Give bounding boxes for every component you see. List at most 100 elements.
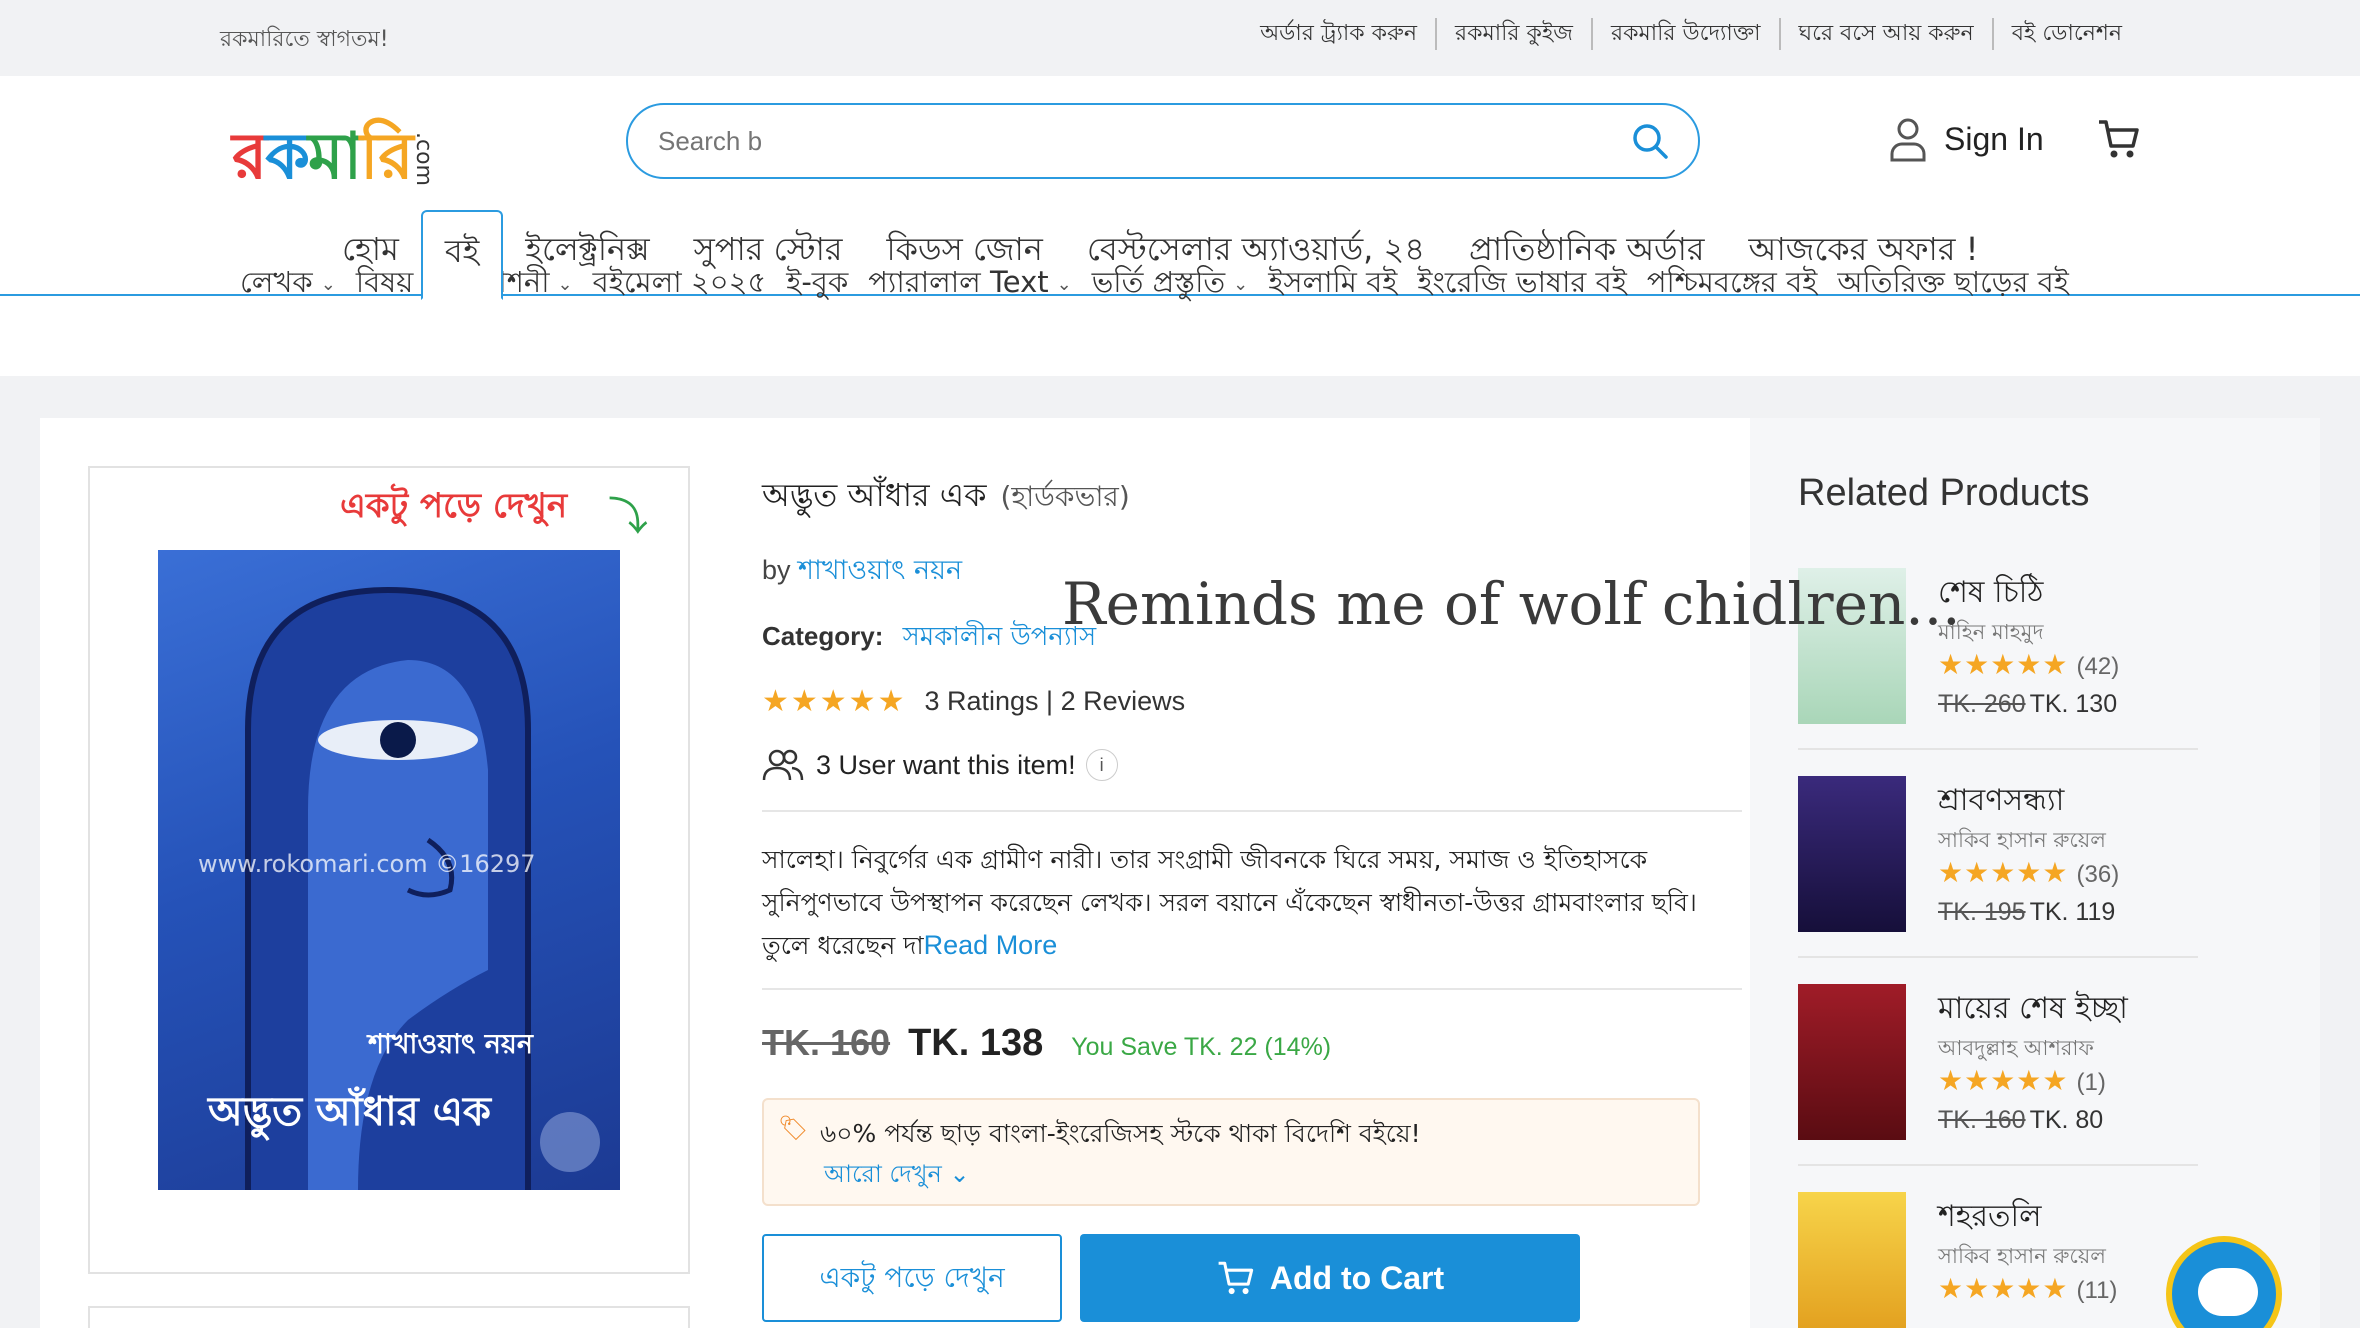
- ratings-text: 3 Ratings | 2 Reviews: [924, 686, 1186, 716]
- related-rating-count: (11): [2076, 1277, 2118, 1304]
- related-author: সাকিব হাসান রুয়েল: [1938, 1244, 2106, 1268]
- price-row: TK. 160 TK. 138 You Save TK. 22 (14%): [762, 1022, 1331, 1065]
- save-text: You Save TK. 22 (14%): [1071, 1033, 1332, 1061]
- header: রকমারি .com Sign In হোম বই ইলেক্ট্রনিক্স…: [0, 76, 2360, 376]
- subnav-subjects-label: বিষয়: [355, 265, 414, 299]
- product-info: অদ্ভুত আঁধার এক (হার্ডকভার) by শাখাওয়াৎ …: [762, 418, 1742, 1328]
- related-old-price: TK. 195: [1938, 898, 2026, 926]
- related-thumbnail[interactable]: [1798, 1192, 1906, 1328]
- search-bar[interactable]: [626, 103, 1700, 179]
- subnav-extra-discount[interactable]: অতিরিক্ত ছাড়ের বই: [1837, 260, 2069, 309]
- info-icon[interactable]: i: [1085, 749, 1118, 781]
- product-card: একটু পড়ে দেখুন ⤵ www.rokomari.com ©1629…: [40, 418, 1750, 1328]
- related-rating: ★★★★★ (42): [1938, 648, 2119, 681]
- related-thumbnail[interactable]: [1798, 776, 1906, 932]
- chevron-down-icon: ⌄: [557, 274, 573, 295]
- related-thumbnail[interactable]: [1798, 984, 1906, 1140]
- users-icon: [762, 749, 804, 781]
- related-new-price: TK. 130: [2029, 690, 2118, 718]
- sign-in-label: Sign In: [1944, 120, 2044, 157]
- book-preview[interactable]: একটু পড়ে দেখুন ⤵ www.rokomari.com ©1629…: [88, 466, 690, 1274]
- welcome-text: রকমারিতে স্বাগতম!: [220, 27, 389, 52]
- sign-in-button[interactable]: Sign In: [1888, 116, 2044, 162]
- related-item[interactable]: শ্রাবণসন্ধ্যা সাকিব হাসান রুয়েল ★★★★★ (3…: [1798, 776, 2198, 958]
- top-strip: রকমারিতে স্বাগতম! অর্ডার ট্র্যাক করুন রক…: [0, 0, 2360, 76]
- search-icon[interactable]: [1630, 121, 1670, 161]
- subnav-authors[interactable]: লেখক ⌄: [240, 260, 336, 309]
- add-to-cart-button[interactable]: Add to Cart: [1080, 1234, 1580, 1322]
- promo-text: ৬০% পর্যন্ত ছাড় বাংলা-ইংরেজিসহ স্টকে থা…: [820, 1119, 1421, 1148]
- subnav-west-bengal-books[interactable]: পশ্চিমবঙ্গের বই: [1647, 260, 1818, 309]
- category-label: Category:: [762, 621, 884, 651]
- related-rating-count: (42): [2076, 653, 2120, 680]
- subnav-authors-label: লেখক: [240, 265, 313, 299]
- cover-author: শাখাওয়াৎ নয়ন: [368, 1029, 533, 1060]
- related-price: TK. 160 TK. 80: [1938, 1106, 2103, 1135]
- related-stars: ★★★★★: [1938, 648, 2069, 681]
- product-description: সালেহা। নিবুর্গের এক গ্রামীণ নারী। তার স…: [762, 838, 1742, 967]
- promo-more-label: আরো দেখুন: [824, 1160, 942, 1188]
- sub-nav: লেখক⌄ বিষয়⌄ প্রকাশনী⌄ বইমেলা ২০২৫ ই-বুক…: [240, 260, 2089, 309]
- rating-row[interactable]: ★★★★★ 3 Ratings | 2 Reviews: [762, 684, 1185, 719]
- related-price: TK. 260 TK. 130: [1938, 690, 2117, 719]
- search-input[interactable]: [658, 121, 1618, 161]
- promo-banner: 🏷 ৬০% পর্যন্ত ছাড় বাংলা-ইংরেজিসহ স্টকে …: [762, 1098, 1700, 1206]
- read-more-link[interactable]: Read More: [924, 930, 1058, 960]
- top-link-track-order[interactable]: অর্ডার ট্র্যাক করুন: [1242, 18, 1435, 50]
- related-rating-count: (36): [2076, 861, 2120, 888]
- related-author: সাকিব হাসান রুয়েল: [1938, 828, 2106, 852]
- promo-more-link[interactable]: আরো দেখুন ⌄: [824, 1156, 970, 1196]
- subnav-islamic-books[interactable]: ইসলামি বই: [1268, 260, 1397, 309]
- related-heading: Related Products: [1798, 472, 2090, 514]
- logo-suffix: .com: [411, 132, 436, 186]
- top-link-earn-from-home[interactable]: ঘরে বসে আয় করুন: [1778, 18, 1992, 50]
- chevron-down-icon: ⌄: [1056, 274, 1072, 295]
- related-name[interactable]: শহরতলি: [1938, 1192, 2041, 1243]
- cover-watermark: www.rokomari.com ©16297: [198, 850, 536, 878]
- related-products: Related Products শেষ চিঠি মাহিন মাহমুদ ★…: [1750, 418, 2320, 1328]
- category-row: Category: সমকালীন উপন্যাস: [762, 616, 1096, 660]
- related-stars: ★★★★★: [1938, 1064, 2069, 1097]
- author-link[interactable]: শাখাওয়াৎ নয়ন: [798, 555, 962, 586]
- product-title: অদ্ভুত আঁধার এক: [762, 476, 987, 514]
- related-rating-count: (1): [2076, 1069, 2106, 1096]
- divider: [762, 810, 1742, 812]
- product-binding: (হার্ডকভার): [1000, 480, 1130, 513]
- subnav-parallel-text[interactable]: প্যারালাল Text ⌄: [868, 260, 1071, 309]
- subnav-book-fair[interactable]: বইমেলা ২০২৫: [593, 260, 767, 309]
- author-row: by শাখাওয়াৎ নয়ন: [762, 550, 962, 595]
- top-link-entrepreneur[interactable]: রকমারি উদ্যোক্তা: [1591, 18, 1779, 50]
- overlay-comment: Reminds me of wolf chidlren...: [1062, 570, 1961, 638]
- related-item[interactable]: শহরতলি সাকিব হাসান রুয়েল ★★★★★ (11): [1798, 1192, 2198, 1328]
- related-item[interactable]: মায়ের শেষ ইচ্ছা আবদুল্লাহ আশরাফ ★★★★★ (1…: [1798, 984, 2198, 1166]
- chevron-down-icon: ⌄: [1233, 274, 1249, 295]
- logo-text: রকমারি: [232, 120, 414, 194]
- peek-button[interactable]: একটু পড়ে দেখুন: [762, 1234, 1062, 1322]
- related-name[interactable]: শ্রাবণসন্ধ্যা: [1938, 776, 2064, 827]
- subnav-english-books[interactable]: ইংরেজি ভাষার বই: [1417, 260, 1626, 309]
- top-link-quiz[interactable]: রকমারি কুইজ: [1435, 18, 1591, 50]
- description-text: সালেহা। নিবুর্গের এক গ্রামীণ নারী। তার স…: [762, 845, 1697, 960]
- related-price: TK. 195 TK. 119: [1938, 898, 2115, 927]
- secondary-panel: [88, 1306, 690, 1328]
- tab-books[interactable]: বই: [420, 210, 504, 300]
- user-icon: [1890, 118, 1926, 162]
- subnav-ebook[interactable]: ই-বুক: [786, 260, 848, 309]
- related-rating: ★★★★★ (11): [1938, 1272, 2117, 1305]
- cart-icon[interactable]: [2096, 116, 2142, 162]
- site-logo[interactable]: রকমারি .com: [232, 102, 452, 198]
- tag-icon: 🏷: [778, 1114, 809, 1142]
- subnav-admission-prep-label: ভর্তি প্রস্তুতি: [1091, 265, 1226, 299]
- chat-bubble-icon: [2198, 1268, 2258, 1316]
- cover-title: অদ্ভুত আঁধার এক: [208, 1089, 492, 1135]
- related-rating: ★★★★★ (1): [1938, 1064, 2106, 1097]
- book-cover-image[interactable]: www.rokomari.com ©16297 শাখাওয়াৎ নয়ন অ…: [158, 550, 620, 1190]
- related-new-price: TK. 80: [2029, 1106, 2104, 1134]
- subnav-admission-prep[interactable]: ভর্তি প্রস্তুতি ⌄: [1092, 260, 1249, 309]
- top-link-book-donation[interactable]: বই ডোনেশন: [1991, 18, 2140, 50]
- related-name[interactable]: মায়ের শেষ ইচ্ছা: [1938, 984, 2128, 1035]
- chevron-down-icon: ⌄: [320, 274, 336, 295]
- wishlist-count-row: 3 User want this item! i: [762, 748, 1118, 782]
- peek-label: একটু পড়ে দেখুন: [340, 486, 568, 526]
- old-price: TK. 160: [762, 1022, 891, 1063]
